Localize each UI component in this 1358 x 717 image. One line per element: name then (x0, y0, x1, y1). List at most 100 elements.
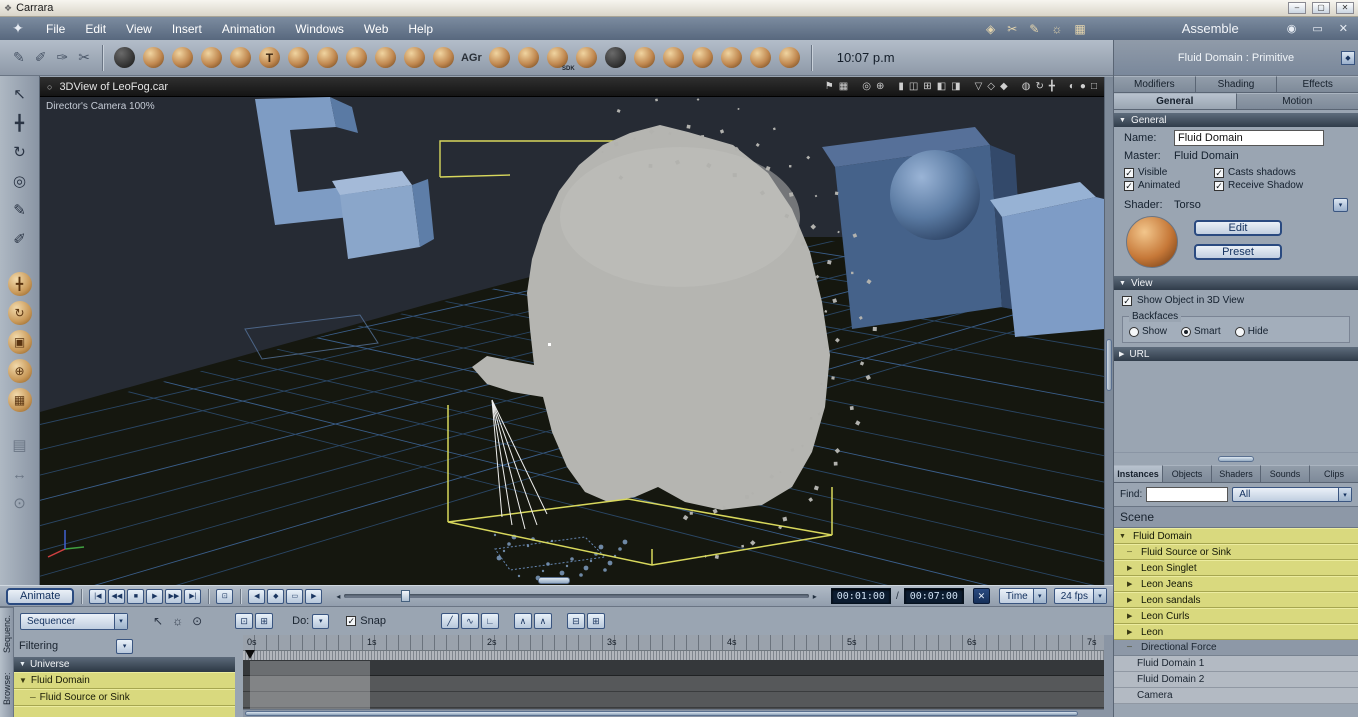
time-mode-dropdown[interactable]: Time ▾ (998, 588, 1047, 604)
emitter-primitive-icon[interactable] (691, 47, 713, 68)
tab-shaders[interactable]: Shaders (1212, 465, 1261, 482)
sequencer-track-fluid-domain[interactable]: ▼ Fluid Domain (14, 672, 235, 689)
slider-thumb[interactable] (401, 590, 411, 602)
camera-tool-icon[interactable]: ▤ (7, 433, 33, 457)
edit-shader-button[interactable]: Edit (1194, 220, 1282, 236)
plane-primitive-icon[interactable] (374, 47, 396, 68)
layout-three-left-icon[interactable]: ◧ (937, 81, 946, 92)
duck-primitive-icon[interactable] (200, 47, 222, 68)
scene-item-leon-singlet[interactable]: ▶ Leon Singlet (1114, 560, 1358, 576)
panel-splitter[interactable] (1114, 452, 1358, 465)
viewport-scrollbar[interactable] (1104, 77, 1113, 585)
scene-item-fluid-domain[interactable]: ▼ Fluid Domain (1114, 528, 1358, 544)
name-field[interactable] (1174, 130, 1324, 146)
browser-side-tab[interactable]: Browse: (0, 661, 14, 717)
stop-button[interactable]: ■ (127, 588, 145, 604)
layout-three-right-icon[interactable]: ◨ (951, 81, 960, 92)
pin-primitive-icon[interactable] (778, 47, 800, 68)
scene-item-fluid-domain-2[interactable]: Fluid Domain 2 (1114, 672, 1358, 688)
target-primitive-icon[interactable] (749, 47, 771, 68)
rotate-gizmo-icon[interactable]: ↻ (7, 301, 32, 325)
3d-viewport[interactable]: Director's Camera 100% (40, 97, 1104, 585)
track-row[interactable] (243, 676, 1104, 692)
collapse-triangle-icon[interactable]: ▼ (1119, 280, 1126, 287)
cylinder-primitive-icon[interactable] (142, 47, 164, 68)
layout-four-icon[interactable]: ⊞ (923, 81, 931, 92)
menu-file[interactable]: File (36, 17, 75, 40)
orbit-rotate-icon[interactable]: ↻ (1035, 81, 1043, 92)
display-shaded-sphere-icon[interactable]: ● (1080, 81, 1086, 92)
close-panel-icon[interactable]: ✕ (1339, 22, 1348, 35)
tab-instances[interactable]: Instances (1114, 465, 1163, 482)
current-time-field[interactable]: 00:01:00 (830, 588, 891, 604)
globe-primitive-icon[interactable] (171, 47, 193, 68)
menu-view[interactable]: View (116, 17, 162, 40)
restore-panel-icon[interactable]: ▭ (1312, 22, 1322, 35)
pointer-tool-icon[interactable]: ↖ (153, 614, 163, 628)
timeline-ruler[interactable]: 0s 1s 2s 3s 4s 5s 6s 7s (243, 635, 1104, 651)
scene-item-leon-curls[interactable]: ▶ Leon Curls (1114, 608, 1358, 624)
total-time-field[interactable]: 00:07:00 (903, 588, 964, 604)
quality-wireframe-icon[interactable]: ◇ (987, 81, 995, 92)
puff-primitive-icon[interactable] (633, 47, 655, 68)
universal-manipulator-icon[interactable]: ⊕ (7, 359, 32, 383)
select-tool-icon[interactable]: ↖ (7, 82, 33, 106)
show-object-checkbox[interactable]: ✓ (1122, 295, 1132, 306)
scene-item-leon-jeans[interactable]: ▶ Leon Jeans (1114, 576, 1358, 592)
tween-linear-icon[interactable]: ╱ (440, 613, 459, 629)
eyedropper-tool-icon[interactable]: ✎ (7, 198, 33, 222)
hand-grab-tool-icon[interactable]: ✐ (35, 49, 47, 66)
url-section-header[interactable]: ▶ URL (1114, 347, 1358, 361)
shader-preview-sphere[interactable] (1126, 216, 1178, 268)
panel-collapse-button[interactable]: ◆ (1341, 51, 1355, 65)
menu-edit[interactable]: Edit (75, 17, 116, 40)
layout-two-icon[interactable]: ◫ (909, 81, 918, 92)
bowl-primitive-icon[interactable] (575, 47, 597, 68)
do-dropdown[interactable]: ▾ (312, 613, 330, 629)
go-end-button[interactable]: ▶| (184, 588, 202, 604)
zoom-tool-icon[interactable]: ⊙ (7, 491, 33, 515)
timeline-slider[interactable]: ◂ ▸ (333, 590, 819, 602)
animated-checkbox[interactable]: ✓ (1124, 180, 1134, 191)
clear-time-button[interactable]: ✕ (972, 588, 990, 604)
sequencer-track-universe[interactable]: ▼ Universe (14, 657, 235, 672)
camera-swap-icon[interactable]: ◎ (862, 81, 871, 92)
zoom-tool-icon[interactable]: ⊙ (192, 614, 202, 628)
flag-icon[interactable]: ⚑ (825, 81, 834, 92)
find-input[interactable] (1146, 487, 1229, 502)
sprinkler-primitive-icon[interactable] (720, 47, 742, 68)
wrench-tool-icon[interactable]: ✎ (13, 49, 25, 66)
spline-primitive-icon[interactable] (345, 47, 367, 68)
scene-item-directional-force[interactable]: ─ Directional Force (1114, 640, 1358, 656)
prev-key-button[interactable]: ◀ (248, 588, 266, 604)
loop-button[interactable]: ⊡ (216, 588, 234, 604)
track-row[interactable] (243, 692, 1104, 708)
next-event-icon[interactable]: ∧ (533, 613, 552, 629)
move-gizmo-icon[interactable]: ╋ (7, 272, 32, 296)
orbit-reset-icon[interactable]: ◍ (1022, 81, 1031, 92)
scrollbar-thumb[interactable] (1106, 339, 1112, 391)
view-section-header[interactable]: ▼ View (1114, 276, 1358, 290)
filtering-dropdown[interactable]: ▾ (116, 638, 134, 654)
timeline-tracks[interactable]: 0s 1s 2s 3s 4s 5s 6s 7s (243, 635, 1104, 717)
scale-tool-icon[interactable]: ◎ (7, 169, 33, 193)
scene-item-fluid-domain-1[interactable]: Fluid Domain 1 (1114, 656, 1358, 672)
metaball-primitive-icon[interactable] (316, 47, 338, 68)
tab-shading[interactable]: Shading (1195, 76, 1278, 92)
agr-plugin-icon[interactable]: AGr (461, 52, 482, 64)
maximize-view-icon[interactable]: ⊕ (876, 81, 884, 92)
cloud-primitive-icon[interactable] (604, 47, 626, 68)
pan-hand-tool-icon[interactable]: ↔ (7, 462, 33, 486)
delete-key-button[interactable]: ▭ (286, 588, 304, 604)
move-tool-icon[interactable]: ╋ (7, 111, 33, 135)
storyboard-room-icon[interactable]: ▦ (1074, 22, 1085, 36)
scene-item-fluid-source-or-sink[interactable]: ─ Fluid Source or Sink (1114, 544, 1358, 560)
scrollbar-thumb[interactable] (245, 711, 1078, 716)
slider-left-arrow-icon[interactable]: ◂ (333, 591, 343, 601)
display-cube-icon[interactable]: □ (1091, 81, 1097, 92)
axis-cube-icon[interactable]: ▦ (7, 388, 32, 412)
slider-track[interactable] (344, 594, 809, 598)
splitter-handle[interactable] (538, 577, 570, 584)
receive-shadow-checkbox[interactable]: ✓ (1214, 180, 1224, 191)
casts-shadows-checkbox[interactable]: ✓ (1214, 167, 1224, 178)
